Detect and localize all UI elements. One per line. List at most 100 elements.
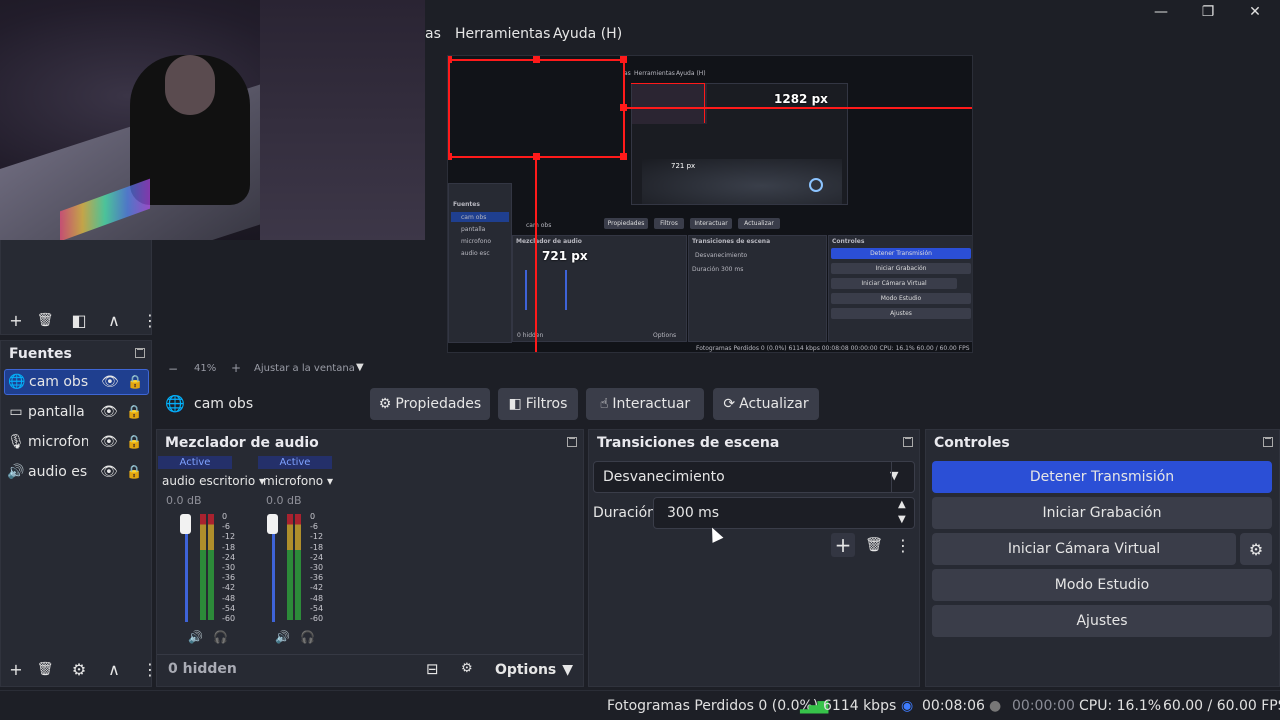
mixer-advanced-icon[interactable]: ⚙ — [461, 661, 473, 676]
volume-fader-knob[interactable] — [267, 514, 278, 534]
minimize-button[interactable]: — — [1138, 0, 1184, 24]
zoom-out-button[interactable]: − — [168, 362, 178, 376]
resize-handle-tr[interactable] — [620, 56, 627, 63]
cpu-usage: CPU: 16.1% — [1079, 698, 1162, 714]
scene-remove-button[interactable]: 🗑 — [33, 308, 57, 332]
filter-icon: ◧ — [508, 396, 522, 412]
streaming-icon: ◉ — [901, 698, 914, 714]
webcam-overlay — [0, 0, 425, 240]
mini-mixer-dock: Mezclador de audio 0 hidden Options — [512, 235, 687, 342]
scene-add-button[interactable]: + — [4, 308, 28, 332]
source-item-cam-obs[interactable]: 🌐 cam obs 👁 🔒 — [4, 369, 149, 395]
lock-icon[interactable]: 🔒 — [126, 435, 142, 450]
mixer-float-icon[interactable] — [567, 437, 577, 447]
duration-label: Duración — [593, 505, 657, 521]
source-add-button[interactable]: + — [4, 657, 28, 681]
virtual-camera-settings-icon[interactable]: ⚙ — [1240, 533, 1272, 565]
fit-window-button[interactable]: Ajustar a la ventana — [254, 363, 355, 374]
menu-item-scenes-partial[interactable]: as — [425, 26, 441, 42]
resize-handle-bl[interactable] — [448, 153, 452, 160]
transition-select[interactable]: Desvanecimiento ▼ — [593, 461, 915, 493]
lock-icon[interactable]: 🔒 — [127, 375, 143, 390]
start-recording-button[interactable]: Iniciar Grabación — [932, 497, 1272, 529]
source-settings-button[interactable]: ⚙ — [67, 657, 91, 681]
headphones-icon[interactable]: 🎧 — [213, 630, 228, 644]
menu-item-help[interactable]: Ayuda (H) — [553, 26, 622, 42]
mini-fader-2 — [565, 270, 567, 310]
status-bar: Fotogramas Perdidos 0 (0.0%) ▂▄▆ 6114 kb… — [0, 690, 1280, 720]
globe-icon: 🌐 — [8, 374, 26, 390]
speaker-icon[interactable]: 🔊 — [188, 630, 203, 644]
zoom-in-button[interactable]: + — [231, 361, 241, 375]
mini-duration: 300 ms — [721, 266, 744, 273]
mini-menu-as: as — [624, 70, 631, 77]
mini-hidden: 0 hidden — [517, 332, 544, 339]
spin-up-icon[interactable]: ▲ — [898, 499, 906, 510]
stop-stream-button[interactable]: Detener Transmisión — [932, 461, 1272, 493]
resize-handle-t[interactable] — [533, 56, 540, 63]
close-button[interactable]: ✕ — [1232, 0, 1278, 24]
transition-more-button[interactable]: ⋮ — [891, 533, 915, 557]
height-px-label: 721 px — [542, 249, 588, 263]
lock-icon[interactable]: 🔒 — [126, 405, 142, 420]
mini-stop-stream: Detener Transmisión — [831, 248, 971, 259]
eye-icon[interactable]: 👁 — [101, 374, 119, 390]
zoom-dropdown-icon[interactable]: ▼ — [356, 362, 364, 373]
refresh-button[interactable]: ⟳ Actualizar — [713, 388, 819, 420]
gear-icon: ⚙ — [378, 396, 392, 412]
filters-button[interactable]: ◧ Filtros — [498, 388, 578, 420]
speaker-icon[interactable]: 🔊 — [275, 630, 290, 644]
source-item-audio-escritorio[interactable]: 🔊 audio escritorio 👁 🔒 — [4, 459, 149, 485]
mini-filters: Filtros — [654, 218, 684, 229]
source-move-up-button[interactable]: ∧ — [102, 657, 126, 681]
properties-button[interactable]: ⚙ Propiedades — [370, 388, 490, 420]
hidden-count: 0 hidden — [168, 661, 237, 677]
controls-float-icon[interactable] — [1263, 437, 1273, 447]
selection-box-webcam[interactable] — [448, 59, 625, 158]
interact-button[interactable]: ☝ Interactuar — [586, 388, 704, 420]
mini-source-name: cam obs — [526, 222, 552, 229]
sources-float-icon[interactable] — [135, 348, 145, 358]
source-label: audio escritorio — [28, 464, 88, 480]
mini-options: Options — [653, 332, 677, 339]
eye-icon[interactable]: 👁 — [100, 434, 118, 450]
transitions-float-icon[interactable] — [903, 437, 913, 447]
mixer-options-button[interactable]: Options ▼ — [486, 656, 582, 684]
headphones-icon[interactable]: 🎧 — [300, 630, 315, 644]
duration-spinbox[interactable]: 300 ms ▲ ▼ — [653, 497, 915, 529]
scene-filter-button[interactable]: ◧ — [67, 308, 91, 332]
record-icon: ● — [989, 698, 1002, 714]
volume-fader-knob[interactable] — [180, 514, 191, 534]
bitrate: 6114 kbps — [823, 698, 897, 714]
strip-name[interactable]: microfono ▾ — [263, 474, 333, 488]
current-source-name: cam obs — [194, 396, 254, 412]
add-transition-button[interactable]: + — [831, 533, 855, 557]
source-item-microfono[interactable]: 🎙 microfono 👁 🔒 — [4, 429, 149, 455]
mini-logo-icon — [809, 178, 823, 192]
obs-window: — ❐ ✕ as Herramientas Ayuda (H) as Herra… — [0, 0, 1280, 720]
menu-item-tools[interactable]: Herramientas — [455, 26, 550, 42]
studio-mode-button[interactable]: Modo Estudio — [932, 569, 1272, 601]
mini-transitions-dock: Transiciones de escena Desvanecimiento D… — [688, 235, 827, 342]
scene-move-up-button[interactable]: ∧ — [102, 308, 126, 332]
lock-icon[interactable]: 🔒 — [126, 465, 142, 480]
mixer-layout-icon[interactable]: ⊟ — [426, 660, 439, 678]
spin-down-icon[interactable]: ▼ — [898, 514, 906, 525]
source-item-pantalla[interactable]: ▭ pantalla 👁 🔒 — [4, 399, 149, 425]
start-virtual-camera-button[interactable]: Iniciar Cámara Virtual — [932, 533, 1236, 565]
remove-transition-button[interactable]: 🗑 — [862, 533, 886, 557]
eye-icon[interactable]: 👁 — [100, 464, 118, 480]
mini-height-px-label: 721 px — [671, 162, 696, 170]
strip-name[interactable]: audio escritorio ▾ — [162, 474, 265, 488]
restore-button[interactable]: ❐ — [1185, 0, 1231, 24]
webcam-head — [165, 55, 215, 115]
eye-icon[interactable]: 👁 — [100, 404, 118, 420]
preview-canvas[interactable]: as Herramientas Ayuda (H) Fuentes cam ob… — [447, 55, 973, 353]
resize-handle-br[interactable] — [620, 153, 627, 160]
scene-more-button[interactable]: ⋮ — [138, 308, 162, 332]
settings-button[interactable]: Ajustes — [932, 605, 1272, 637]
stream-time: 00:08:06 — [922, 698, 985, 714]
source-remove-button[interactable]: 🗑 — [33, 657, 57, 681]
width-px-label: 1282 px — [774, 92, 828, 106]
resize-handle-tl[interactable] — [448, 56, 452, 63]
